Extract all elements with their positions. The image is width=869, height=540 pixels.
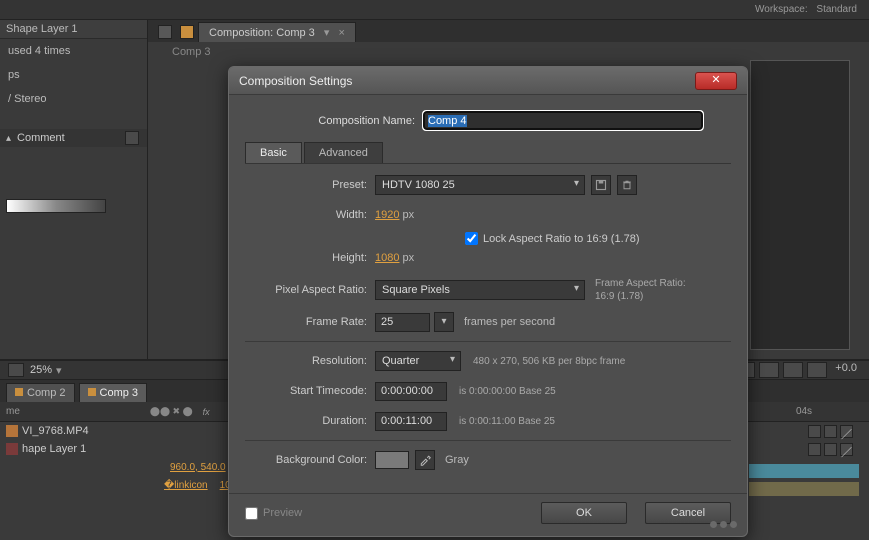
comp-name-input[interactable] <box>423 111 703 130</box>
far-value: 16:9 (1.78) <box>595 291 643 302</box>
viewer-tab-bar: Composition: Comp 3 ▾ × <box>148 20 869 42</box>
viewer-icon-5[interactable] <box>807 362 827 378</box>
panel-menu-icon[interactable] <box>125 131 139 145</box>
viewer-icon-3[interactable] <box>759 362 779 378</box>
ok-button[interactable]: OK <box>541 502 627 524</box>
settings-tabs: Basic Advanced <box>245 142 731 164</box>
layer-bar[interactable] <box>749 464 859 478</box>
far-label: Frame Aspect Ratio: <box>595 278 686 289</box>
framerate-input[interactable] <box>375 313 430 332</box>
viewer-tool-icon[interactable] <box>8 363 24 377</box>
save-icon <box>595 179 607 191</box>
tab-basic[interactable]: Basic <box>245 142 302 163</box>
workspace-label: Workspace: <box>755 4 808 15</box>
bg-color-swatch[interactable] <box>375 451 409 469</box>
resolution-select[interactable]: Quarter <box>375 351 461 371</box>
switch-icon[interactable]: ／ <box>840 443 853 456</box>
layer-name[interactable]: VI_9768.MP4 <box>22 425 89 437</box>
stereo-info: / Stereo <box>0 87 147 111</box>
comp-viewer[interactable] <box>750 60 850 350</box>
duration-input[interactable] <box>375 412 447 431</box>
start-timecode-input[interactable] <box>375 382 447 401</box>
resolution-info: 480 x 270, 506 KB per 8bpc frame <box>473 356 625 367</box>
gradient-preview <box>6 199 106 213</box>
tab-dropdown-icon[interactable]: ▾ <box>324 27 330 39</box>
comp-breadcrumb[interactable]: Comp 3 <box>148 42 869 58</box>
tab-advanced[interactable]: Advanced <box>304 142 383 163</box>
time-ruler[interactable]: 04s <box>749 402 859 417</box>
switch-icon[interactable] <box>824 425 837 438</box>
trash-icon <box>621 179 633 191</box>
eyedropper-button[interactable] <box>415 450 435 470</box>
dialog-title: Composition Settings <box>239 74 352 88</box>
preset-select[interactable]: HDTV 1080 25 <box>375 175 585 195</box>
switch-icon[interactable]: ／ <box>840 425 853 438</box>
px-unit: px <box>402 209 414 221</box>
panel-caption[interactable]: Shape Layer 1 <box>0 20 147 39</box>
app-toolbar: Workspace: Standard <box>0 0 869 20</box>
height-label: Height: <box>245 252 375 264</box>
preview-label: Preview <box>263 507 302 519</box>
start-timecode-info: is 0:00:00:00 Base 25 <box>459 386 556 397</box>
viewer-tab[interactable]: Composition: Comp 3 ▾ × <box>198 22 356 42</box>
par-label: Pixel Aspect Ratio: <box>245 284 375 296</box>
switch-icon[interactable] <box>824 443 837 456</box>
duration-label: Duration: <box>245 415 375 427</box>
height-value[interactable]: 1080 <box>375 252 399 264</box>
lock-aspect-checkbox[interactable] <box>465 232 478 245</box>
fps-unit: frames per second <box>464 316 555 328</box>
tab-comp-2[interactable]: Comp 2 <box>6 383 75 402</box>
eyedropper-icon <box>419 454 431 466</box>
preview-checkbox[interactable] <box>245 507 258 520</box>
tab-close-icon[interactable]: × <box>338 27 344 39</box>
layer-color-swatch[interactable] <box>6 425 18 437</box>
panel-grip-icon[interactable] <box>158 25 172 39</box>
tab-comp-3[interactable]: Comp 3 <box>79 383 148 402</box>
layer-bar[interactable] <box>749 482 859 496</box>
viewer-icon-4[interactable] <box>783 362 803 378</box>
switch-icon[interactable] <box>808 425 821 438</box>
framerate-dropdown-button[interactable]: ▾ <box>434 312 454 332</box>
resolution-label: Resolution: <box>245 355 375 367</box>
dialog-title-bar[interactable]: Composition Settings ✕ <box>229 67 747 95</box>
par-select[interactable]: Square Pixels <box>375 280 585 300</box>
lock-aspect-label: Lock Aspect Ratio to 16:9 (1.78) <box>483 233 640 245</box>
exposure-value[interactable]: +0.0 <box>831 362 861 378</box>
delete-preset-button[interactable] <box>617 175 637 195</box>
width-label: Width: <box>245 209 375 221</box>
switch-icon[interactable] <box>808 443 821 456</box>
duration-info: is 0:00:11:00 Base 25 <box>459 416 555 427</box>
layer-color-swatch[interactable] <box>6 443 18 455</box>
layer-name[interactable]: hape Layer 1 <box>22 443 86 455</box>
resize-grip[interactable] <box>710 521 737 528</box>
ps-info: ps <box>0 63 147 87</box>
composition-settings-dialog: Composition Settings ✕ Composition Name:… <box>228 66 748 537</box>
start-timecode-label: Start Timecode: <box>245 385 375 397</box>
comment-header[interactable]: Comment <box>17 132 65 144</box>
save-preset-button[interactable] <box>591 175 611 195</box>
preset-label: Preset: <box>245 179 375 191</box>
usage-info: used 4 times <box>0 39 147 63</box>
name-column-header[interactable]: me <box>6 406 20 417</box>
comp-name-label: Composition Name: <box>273 115 423 127</box>
comp-icon <box>180 25 194 39</box>
zoom-value[interactable]: 25% <box>30 364 52 376</box>
width-value[interactable]: 1920 <box>375 209 399 221</box>
close-button[interactable]: ✕ <box>695 72 737 90</box>
framerate-label: Frame Rate: <box>245 316 375 328</box>
bg-color-name: Gray <box>445 454 469 466</box>
zoom-dropdown-icon[interactable]: ▾ <box>56 364 62 377</box>
bg-color-label: Background Color: <box>245 454 375 466</box>
workspace-value[interactable]: Standard <box>816 4 857 15</box>
